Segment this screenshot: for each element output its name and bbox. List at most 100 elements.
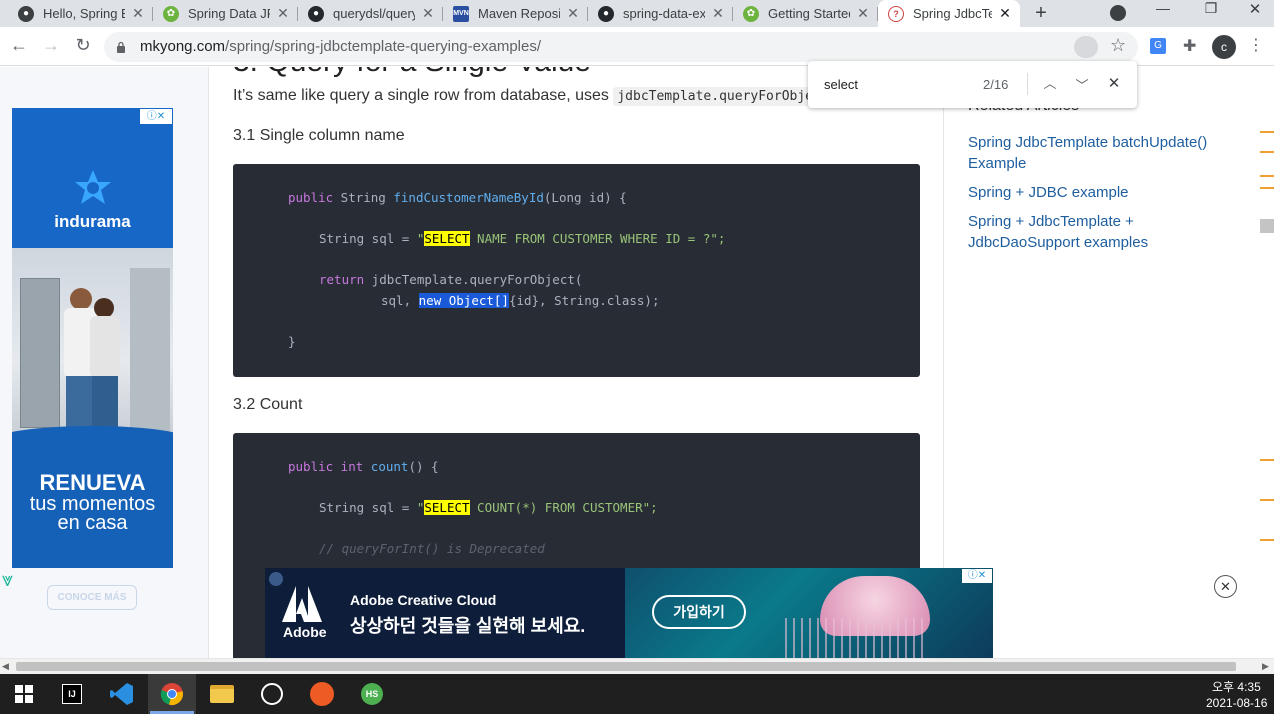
tab-hello-spring[interactable]: ● Hello, Spring Boot ✕ (8, 0, 153, 27)
find-next-button[interactable]: ﹀ (1072, 75, 1092, 95)
tab-getting-started[interactable]: ✿ Getting Started ✕ (733, 0, 878, 27)
forward-button[interactable]: → (40, 35, 62, 57)
file-explorer-icon[interactable] (198, 674, 246, 714)
indurama-brand: indurama (54, 212, 131, 231)
restore-button[interactable]: ❐ (1196, 0, 1226, 20)
close-icon[interactable]: ✕ (566, 5, 580, 22)
tab-search-button[interactable] (1110, 5, 1126, 21)
tab-title: Getting Started (768, 6, 850, 21)
adchoices-icon[interactable]: ⓘ✕ (140, 109, 172, 124)
ad-badge-icon (269, 572, 283, 586)
tab-title: spring-data-examples (623, 6, 705, 21)
scroll-left-arrow[interactable]: ◀ (2, 661, 9, 672)
zoom-search-icon[interactable] (1074, 36, 1098, 58)
related-list: Spring JdbcTemplate batchUpdate() Exampl… (968, 132, 1218, 253)
find-input[interactable]: select (824, 77, 858, 92)
url-path: /spring/spring-jdbctemplate-querying-exa… (225, 38, 542, 55)
translate-icon[interactable]: G (1150, 38, 1166, 54)
tab-strip: ● Hello, Spring Boot ✕ ✿ Spring Data JPA… (0, 0, 1274, 27)
reload-button[interactable]: ↻ (72, 35, 94, 57)
github-icon: ● (308, 5, 324, 22)
close-icon[interactable]: ✕ (711, 5, 725, 22)
back-button[interactable]: ← (8, 35, 30, 57)
ad-title: Adobe Creative Cloud (350, 592, 497, 608)
vertical-scrollbar[interactable] (1258, 67, 1274, 658)
ad-headline-3: en casa (57, 512, 128, 534)
search-match-highlight: SELECT (424, 231, 470, 246)
find-match-count: 2/16 (983, 77, 1009, 92)
chrome-icon[interactable] (148, 674, 196, 714)
adobe-wordmark: Adobe (283, 624, 327, 640)
find-bar: select 2/16 ︿ ﹀ ✕ (808, 61, 1137, 108)
content-left-border (208, 67, 209, 658)
clock-date[interactable]: 2021-08-16 (1206, 696, 1267, 710)
tab-querydsl[interactable]: ● querydsl/querydsl ✕ (298, 0, 443, 27)
intro-text: It’s same like query a single row from d… (233, 87, 609, 104)
adobe-logo-icon (282, 586, 322, 622)
tab-title: Spring JdbcTemplate (913, 6, 992, 21)
find-divider (1027, 73, 1028, 95)
indurama-logo-icon (72, 168, 114, 210)
related-link-jdbc-example[interactable]: Spring + JDBC example (968, 184, 1129, 201)
vscode-icon[interactable] (98, 674, 146, 714)
url-host: mkyong.com (140, 38, 226, 55)
adchoices-icon[interactable]: ⓘ✕ (962, 569, 992, 583)
obs-icon[interactable] (248, 674, 296, 714)
related-link-batch-update[interactable]: Spring JdbcTemplate batchUpdate() Exampl… (968, 134, 1207, 172)
mvn-icon: MVN (453, 5, 469, 22)
close-icon[interactable]: ✕ (131, 5, 145, 22)
close-icon[interactable]: ✕ (276, 5, 290, 22)
spring-leaf-icon: ✿ (743, 5, 759, 22)
bookmark-star-icon[interactable]: ☆ (1110, 35, 1126, 56)
profile-avatar[interactable]: c (1212, 35, 1236, 59)
clock-time[interactable]: 오후 4:35 (1212, 678, 1261, 695)
intellij-icon[interactable]: IJ (48, 674, 96, 714)
tab-spring-data-jpa[interactable]: ✿ Spring Data JPA ✕ (153, 0, 298, 27)
mkyong-icon: ? (888, 5, 904, 22)
ad-signup-button[interactable]: 가입하기 (652, 595, 746, 629)
text-selection: new Object[] (418, 293, 509, 308)
indurama-ad[interactable]: indurama RENUEVA tus momentos en casa (12, 108, 173, 568)
close-icon[interactable]: ✕ (998, 5, 1012, 22)
close-icon[interactable]: ✕ (856, 5, 870, 22)
code-block-single-column: public String findCustomerNameById(Long … (233, 164, 920, 377)
hs-app-icon[interactable]: HS (348, 674, 396, 714)
ad-cta-button[interactable]: CONOCE MÁS (47, 585, 137, 610)
horizontal-scrollbar[interactable]: ◀ ▶ (0, 658, 1274, 674)
ad-leaf-icon: ⩔ (2, 569, 14, 591)
extensions-icon[interactable]: ✚ (1183, 36, 1196, 56)
section-heading-3-1: 3.1 Single column name (233, 127, 405, 144)
tab-spring-data-examples[interactable]: ● spring-data-examples ✕ (588, 0, 733, 27)
ad-subtitle: 상상하던 것들을 실현해 보세요. (350, 616, 586, 636)
tab-title: Spring Data JPA (188, 6, 270, 21)
close-icon[interactable]: ✕ (421, 5, 435, 22)
intro-paragraph: It’s same like query a single row from d… (233, 87, 833, 106)
scroll-thumb[interactable] (16, 662, 1236, 671)
find-close-button[interactable]: ✕ (1104, 74, 1124, 94)
close-window-button[interactable]: ✕ (1240, 0, 1270, 20)
spring-leaf-icon: ✿ (163, 5, 179, 22)
github-icon: ● (18, 5, 34, 22)
tab-maven-repository[interactable]: MVN Maven Repository ✕ (443, 0, 588, 27)
postman-icon[interactable] (298, 674, 346, 714)
lock-icon (116, 40, 126, 53)
adobe-banner-ad[interactable]: Adobe Adobe Creative Cloud 상상하던 것들을 실현해 … (265, 568, 993, 658)
kitchen-photo (12, 248, 173, 438)
tab-title: Hello, Spring Boot (43, 6, 125, 21)
minimize-button[interactable]: — (1148, 0, 1178, 20)
find-previous-button[interactable]: ︿ (1040, 73, 1060, 93)
github-icon: ● (598, 5, 614, 22)
scroll-right-arrow[interactable]: ▶ (1262, 661, 1269, 672)
related-link-jdbcdaosupport[interactable]: Spring + JdbcTemplate + JdbcDaoSupport e… (968, 213, 1148, 251)
tab-spring-jdbctemplate[interactable]: ? Spring JdbcTemplate ✕ (878, 0, 1020, 27)
url-text: mkyong.com/spring/spring-jdbctemplate-qu… (140, 38, 541, 55)
search-match-highlight: SELECT (424, 500, 470, 515)
tab-title: querydsl/querydsl (333, 6, 415, 21)
menu-icon[interactable]: ⋮ (1248, 35, 1264, 55)
article-heading: 3. Query for a Single Value (233, 67, 591, 79)
intro-inline-code: jdbcTemplate.queryForObject (613, 87, 833, 106)
tab-title: Maven Repository (478, 6, 560, 21)
ad-dismiss-button[interactable]: ✕ (1214, 575, 1237, 598)
windows-start-icon[interactable] (0, 674, 48, 714)
new-tab-button[interactable]: + (1030, 2, 1052, 24)
